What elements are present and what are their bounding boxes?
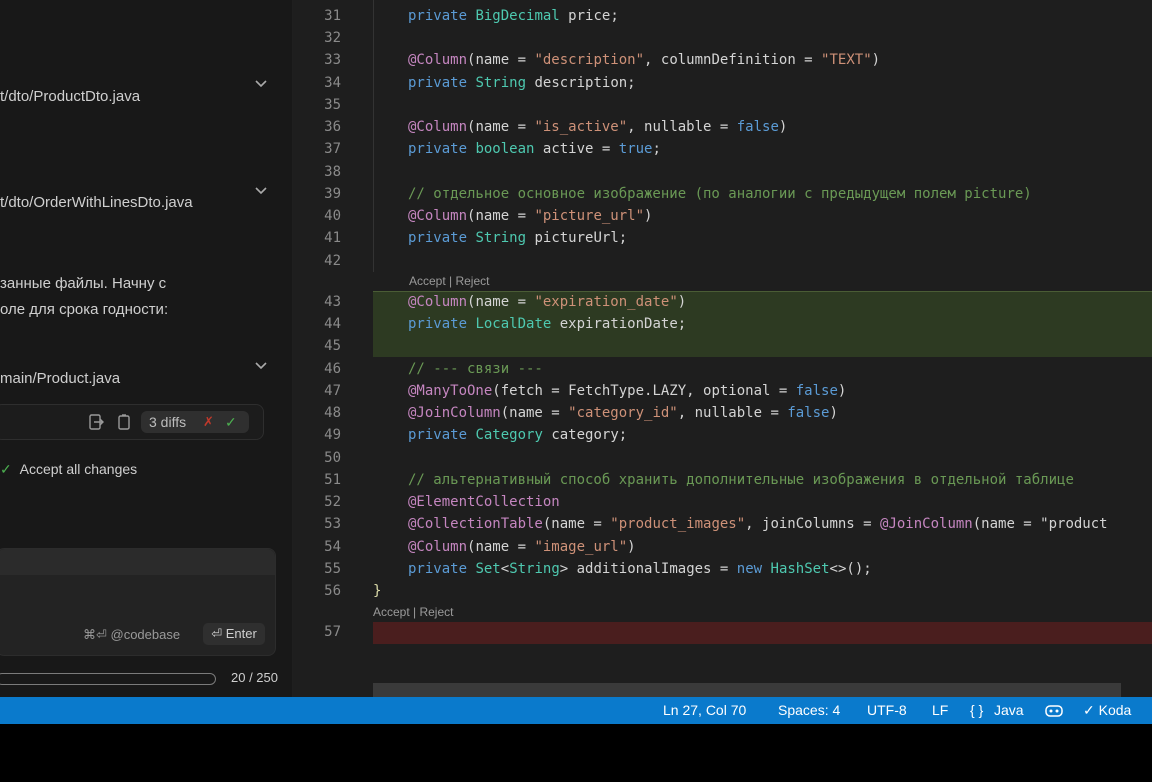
code-line[interactable]: private boolean active = true; <box>408 141 661 157</box>
line-ending[interactable]: LF <box>932 697 948 724</box>
line-number: 53 <box>324 516 341 532</box>
usage-count: 20 / 250 <box>231 670 278 685</box>
codelens-accept-reject[interactable]: Accept | Reject <box>373 605 453 619</box>
indentation[interactable]: Spaces: 4 <box>778 697 840 724</box>
line-number: 47 <box>324 383 341 399</box>
codebase-hint[interactable]: ⌘⏎ @codebase <box>83 627 180 643</box>
chevron-down-icon[interactable] <box>254 77 268 91</box>
copilot-icon[interactable] <box>1044 697 1064 724</box>
code-line[interactable]: @Column(name = "is_active", nullable = f… <box>408 119 787 135</box>
code-line[interactable]: @ElementCollection <box>408 494 560 510</box>
chevron-down-icon[interactable] <box>254 184 268 198</box>
line-number: 57 <box>324 624 341 640</box>
file-path: main/Product.java <box>0 370 121 387</box>
file-path: t/dto/ProductDto.java <box>0 88 141 105</box>
code-line[interactable]: // --- связи --- <box>408 361 543 377</box>
line-number: 40 <box>324 208 341 224</box>
code-line[interactable]: @JoinColumn(name = "category_id", nullab… <box>408 405 838 421</box>
language-mode[interactable]: Java <box>994 697 1024 724</box>
line-number: 46 <box>324 361 341 377</box>
line-number: 52 <box>324 494 341 510</box>
line-number: 34 <box>324 75 341 91</box>
code-line[interactable]: private BigDecimal price; <box>408 8 619 24</box>
codelens-accept-reject[interactable]: Accept | Reject <box>409 274 489 288</box>
chat-input[interactable]: ⌘⏎ @codebase ⏎ Enter <box>0 548 276 656</box>
line-number: 44 <box>324 316 341 332</box>
line-number: 35 <box>324 97 341 113</box>
status-bar: Ln 27, Col 70 Spaces: 4 UTF-8 LF { } Jav… <box>0 697 1152 724</box>
insert-icon[interactable] <box>87 413 105 431</box>
diff-toolbar: 3 diffs ✗ ✓ <box>0 404 264 440</box>
accept-icon[interactable]: ✓ <box>225 411 237 433</box>
line-number: 54 <box>324 539 341 555</box>
code-line[interactable]: // отдельное основное изображение (по ан… <box>408 186 1032 202</box>
extension-label: Koda <box>1098 702 1132 718</box>
diff-count: 3 diffs <box>149 414 187 430</box>
file-link-product[interactable]: main/Product.java <box>0 367 120 391</box>
assistant-message-line: оле для срока годности: <box>0 301 169 318</box>
code-line[interactable]: private LocalDate expirationDate; <box>408 316 686 332</box>
extension-status[interactable]: ✓ Koda <box>1083 697 1131 724</box>
chevron-down-icon[interactable] <box>254 359 268 373</box>
enter-button[interactable]: ⏎ Enter <box>203 623 265 645</box>
reject-icon[interactable]: ✗ <box>203 411 214 433</box>
line-number: 32 <box>324 30 341 46</box>
line-number: 55 <box>324 561 341 577</box>
code-line[interactable]: @Column(name = "image_url") <box>408 539 636 555</box>
screen-bottom <box>0 724 1152 782</box>
line-number: 38 <box>324 164 341 180</box>
code-line[interactable]: @Column(name = "description", columnDefi… <box>408 52 880 68</box>
copy-icon[interactable] <box>115 413 133 431</box>
line-number: 36 <box>324 119 341 135</box>
code-line[interactable]: @Column(name = "expiration_date") <box>408 294 686 310</box>
code-line[interactable]: // альтернативный способ хранить дополни… <box>408 472 1074 488</box>
file-path: t/dto/OrderWithLinesDto.java <box>0 194 193 211</box>
line-number: 56 <box>324 583 341 599</box>
horizontal-scrollbar[interactable] <box>373 683 1121 697</box>
code-line[interactable]: private Set<String> additionalImages = n… <box>408 561 872 577</box>
file-link-orderwithlinesdto[interactable]: t/dto/OrderWithLinesDto.java <box>0 191 193 215</box>
code-line[interactable]: @CollectionTable(name = "product_images"… <box>408 516 1108 532</box>
diff-summary: 3 diffs ✗ ✓ <box>141 411 249 433</box>
cursor-position[interactable]: Ln 27, Col 70 <box>663 697 746 724</box>
line-number: 45 <box>324 338 341 354</box>
line-number: 43 <box>324 294 341 310</box>
indent-guide <box>373 0 374 272</box>
usage-progress <box>0 673 216 685</box>
code-editor[interactable]: Accept | Reject Accept | Reject 31 32 33… <box>293 0 1152 697</box>
line-number: 41 <box>324 230 341 246</box>
input-header <box>0 549 275 575</box>
code-line[interactable]: } <box>373 583 381 599</box>
accept-all-button[interactable]: ✓ Accept all changes <box>0 459 137 479</box>
encoding[interactable]: UTF-8 <box>867 697 907 724</box>
line-number: 31 <box>324 8 341 24</box>
code-line[interactable]: private String description; <box>408 75 636 91</box>
line-number: 51 <box>324 472 341 488</box>
check-icon: ✓ <box>0 461 12 477</box>
code-line[interactable]: @ManyToOne(fetch = FetchType.LAZY, optio… <box>408 383 846 399</box>
line-number: 33 <box>324 52 341 68</box>
diff-removed-block <box>373 622 1152 644</box>
code-line[interactable]: @Column(name = "picture_url") <box>408 208 652 224</box>
ide-window: t/dto/ProductDto.java t/dto/OrderWithLin… <box>0 0 1152 697</box>
chat-panel: t/dto/ProductDto.java t/dto/OrderWithLin… <box>0 0 292 697</box>
line-number: 50 <box>324 450 341 466</box>
file-link-productdto[interactable]: t/dto/ProductDto.java <box>0 85 140 109</box>
braces-icon: { } <box>970 702 984 718</box>
accept-all-label: Accept all changes <box>19 461 138 477</box>
line-number: 39 <box>324 186 341 202</box>
diff-added-border <box>373 291 1152 292</box>
code-line[interactable]: private Category category; <box>408 427 627 443</box>
assistant-message-line: занные файлы. Начну с <box>0 275 167 292</box>
line-number: 48 <box>324 405 341 421</box>
line-number: 42 <box>324 253 341 269</box>
line-number: 37 <box>324 141 341 157</box>
line-number: 49 <box>324 427 341 443</box>
code-line[interactable]: private String pictureUrl; <box>408 230 627 246</box>
